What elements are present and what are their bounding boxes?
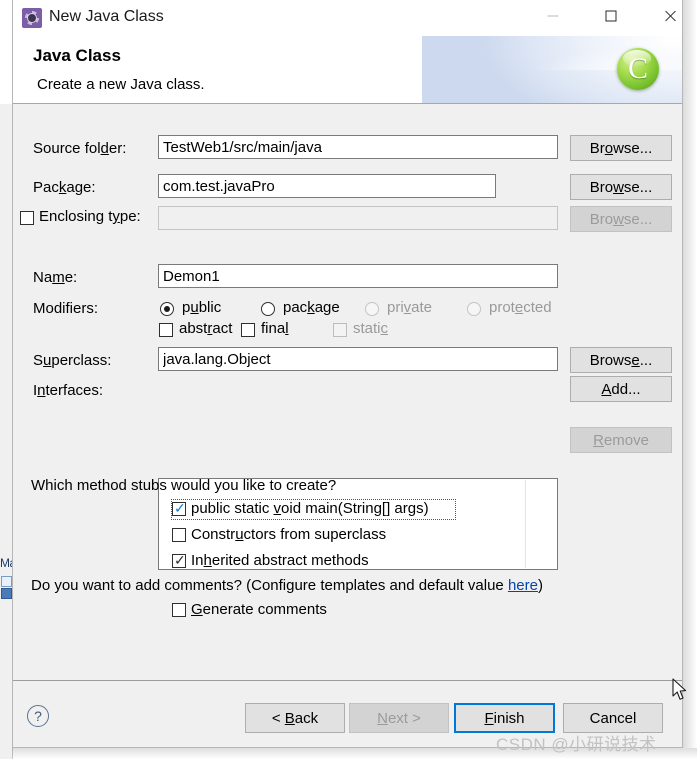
maximize-button[interactable] bbox=[588, 0, 634, 31]
comments-question: Do you want to add comments? (Configure … bbox=[31, 577, 543, 594]
source-folder-input[interactable] bbox=[158, 135, 558, 159]
minimize-button[interactable] bbox=[530, 0, 576, 31]
logo-letter: C bbox=[627, 52, 648, 85]
name-label: Name: bbox=[33, 269, 78, 286]
stub-checkbox-constructors[interactable] bbox=[172, 528, 186, 542]
source-folder-label: Source folder: bbox=[33, 140, 127, 157]
class-name-input[interactable] bbox=[158, 264, 558, 288]
package-browse-button[interactable]: Browse... bbox=[570, 174, 672, 200]
finish-button[interactable]: Finish bbox=[454, 703, 555, 733]
dialog-header-banner: Java Class Create a new Java class. C bbox=[13, 36, 682, 104]
stub-label-inherited-methods: Inherited abstract methods bbox=[191, 552, 369, 569]
back-button[interactable]: < Back bbox=[245, 703, 345, 733]
ide-background-tab-label: Ma bbox=[0, 556, 12, 570]
next-button: Next > bbox=[349, 703, 449, 733]
package-input[interactable] bbox=[158, 174, 496, 198]
configure-templates-link[interactable]: here bbox=[508, 577, 538, 594]
eclipse-wizard-icon bbox=[22, 8, 42, 28]
footer-divider bbox=[13, 680, 682, 681]
new-java-class-dialog: New Java Class Java Class Create a new J… bbox=[12, 0, 683, 748]
help-icon[interactable]: ? bbox=[27, 705, 49, 727]
enclosing-type-browse-button: Browse... bbox=[570, 206, 672, 232]
enclosing-type-input bbox=[158, 206, 558, 230]
dialog-form-area: Source folder: Browse... Package: Browse… bbox=[13, 104, 682, 680]
superclass-input[interactable] bbox=[158, 347, 558, 371]
modifier-radio-public[interactable] bbox=[160, 302, 174, 316]
superclass-browse-button[interactable]: Browse... bbox=[570, 347, 672, 373]
modifier-label-private: private bbox=[387, 299, 433, 316]
interfaces-add-button[interactable]: Add... bbox=[570, 376, 672, 402]
modifier-checkbox-static bbox=[333, 323, 347, 337]
modifier-label-protected: protected bbox=[489, 299, 552, 316]
modifier-radio-protected bbox=[467, 302, 481, 316]
modifier-label-final: final bbox=[261, 320, 289, 337]
header-subtitle: Create a new Java class. bbox=[37, 76, 205, 93]
modifier-label-public: public bbox=[182, 299, 222, 316]
superclass-label: Superclass: bbox=[33, 352, 112, 369]
cancel-button[interactable]: Cancel bbox=[563, 703, 663, 733]
modifier-radio-private bbox=[365, 302, 379, 316]
window-title: New Java Class bbox=[49, 8, 164, 25]
dialog-titlebar: New Java Class bbox=[13, 0, 682, 36]
modifier-label-package: package bbox=[283, 299, 340, 316]
stub-checkbox-main-method[interactable]: ✓ bbox=[172, 501, 186, 516]
modifier-checkbox-abstract[interactable] bbox=[159, 323, 173, 337]
stub-label-constructors: Constructors from superclass bbox=[191, 526, 387, 543]
enclosing-type-checkbox[interactable] bbox=[20, 211, 34, 225]
minimize-icon bbox=[547, 15, 559, 16]
generate-comments-checkbox[interactable] bbox=[172, 603, 186, 617]
modifiers-label: Modifiers: bbox=[33, 300, 99, 317]
ide-background-editor-area bbox=[0, 0, 12, 104]
header-title: Java Class bbox=[33, 46, 121, 65]
modifier-radio-package[interactable] bbox=[261, 302, 275, 316]
interfaces-label: Interfaces: bbox=[33, 382, 104, 399]
package-label: Package: bbox=[33, 179, 96, 196]
generate-comments-label: Generate comments bbox=[191, 601, 327, 618]
source-folder-browse-button[interactable]: Browse... bbox=[570, 135, 672, 161]
maximize-icon bbox=[605, 10, 617, 21]
ide-background-tree-icon bbox=[1, 576, 12, 600]
window-shadow-right bbox=[683, 0, 697, 748]
interfaces-remove-button: Remove bbox=[570, 427, 672, 453]
interfaces-list-column-divider bbox=[525, 480, 526, 568]
stub-checkbox-inherited-methods[interactable]: ✓ bbox=[172, 553, 186, 568]
close-icon bbox=[664, 9, 677, 22]
java-class-logo-icon: C bbox=[614, 45, 662, 93]
modifier-label-static: static bbox=[353, 320, 389, 337]
stub-label-main-method: public static void main(String[] args) bbox=[191, 500, 429, 517]
modifier-checkbox-final[interactable] bbox=[241, 323, 255, 337]
enclosing-type-label: Enclosing type: bbox=[39, 208, 141, 225]
modifier-label-abstract: abstract bbox=[179, 320, 233, 337]
csdn-watermark: CSDN @小研说技术 bbox=[496, 735, 657, 754]
method-stubs-question: Which method stubs would you like to cre… bbox=[31, 477, 337, 494]
